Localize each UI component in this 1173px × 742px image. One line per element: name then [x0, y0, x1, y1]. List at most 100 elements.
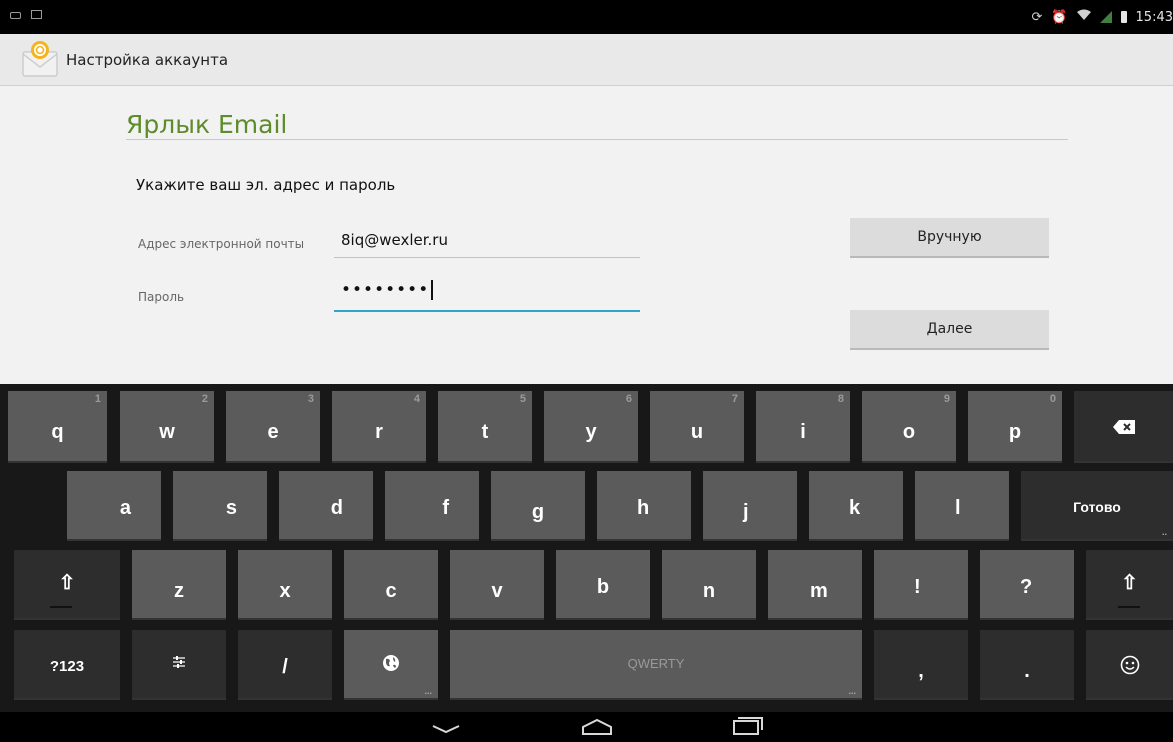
key-s[interactable]: s — [173, 471, 267, 541]
password-value: •••••••• — [341, 280, 430, 300]
key-label: . — [1024, 660, 1030, 682]
key-exclamation[interactable]: ! — [874, 550, 968, 620]
key-label: m — [810, 580, 828, 602]
password-label: Пароль — [138, 290, 185, 304]
key-period[interactable]: . — [980, 630, 1074, 700]
password-field[interactable]: •••••••• — [334, 280, 640, 312]
key-c[interactable]: c — [344, 550, 438, 620]
key-label: p — [1008, 421, 1022, 443]
key-label: s — [225, 497, 237, 519]
email-label: Адрес электронной почты — [138, 237, 305, 251]
key-shift-right[interactable]: ⇧ — [1086, 550, 1173, 620]
key-label: Готово — [1073, 499, 1121, 515]
key-o[interactable]: 9o — [862, 391, 956, 463]
key-language[interactable]: ... — [344, 630, 438, 700]
key-label: l — [955, 497, 961, 519]
key-a[interactable]: a — [67, 471, 161, 541]
key-label: o — [902, 421, 916, 443]
key-hint: 4 — [413, 393, 420, 405]
status-bar: ⟳ ⏰ 15:43 — [0, 0, 1173, 34]
key-label: n — [702, 580, 716, 602]
key-space[interactable]: QWERTY... — [450, 630, 862, 700]
key-emoji[interactable] — [1086, 630, 1173, 700]
key-q[interactable]: 1q — [8, 391, 107, 463]
key-u[interactable]: 7u — [650, 391, 744, 463]
key-label: x — [279, 580, 291, 602]
shift-icon: ⇧ — [58, 572, 76, 594]
key-d[interactable]: d — [279, 471, 373, 541]
email-value: 8iq@wexler.ru — [341, 231, 448, 249]
key-slash[interactable]: / — [238, 630, 332, 700]
key-done[interactable]: Готово.. — [1021, 471, 1173, 541]
key-z[interactable]: z — [132, 550, 226, 620]
settings-sliders-icon — [173, 656, 185, 668]
rotation-lock-icon: ⟳ — [1031, 9, 1043, 25]
key-h[interactable]: h — [597, 471, 691, 541]
key-label: a — [119, 497, 131, 519]
back-hide-keyboard-icon[interactable] — [416, 712, 476, 742]
instructions-text: Укажите ваш эл. адрес и пароль — [136, 176, 396, 194]
key-x[interactable]: x — [238, 550, 332, 620]
recent-apps-icon[interactable] — [717, 712, 777, 742]
key-label: ! — [914, 576, 921, 598]
screenshot-notification-icon — [31, 10, 42, 19]
key-k[interactable]: k — [809, 471, 903, 541]
manual-setup-button[interactable]: Вручную — [850, 218, 1049, 258]
key-v[interactable]: v — [450, 550, 544, 620]
action-bar-title: Настройка аккаунта — [66, 51, 229, 69]
key-backspace[interactable] — [1074, 391, 1173, 463]
key-label: h — [637, 497, 650, 519]
key-label: ? — [1020, 576, 1033, 598]
email-field[interactable]: 8iq@wexler.ru — [334, 228, 640, 258]
battery-icon — [1120, 11, 1127, 23]
key-hint: 3 — [307, 393, 314, 405]
key-n[interactable]: n — [662, 550, 756, 620]
key-label: k — [849, 497, 861, 519]
key-label: g — [531, 501, 545, 523]
next-button[interactable]: Далее — [850, 310, 1049, 350]
key-i[interactable]: 8i — [756, 391, 850, 463]
key-hint: 5 — [519, 393, 526, 405]
key-y[interactable]: 6y — [544, 391, 638, 463]
key-r[interactable]: 4r — [332, 391, 426, 463]
key-label: q — [51, 421, 64, 443]
key-ellipsis: ... — [424, 686, 432, 696]
key-p[interactable]: 0p — [968, 391, 1062, 463]
key-b[interactable]: b — [556, 550, 650, 620]
globe-icon — [383, 655, 399, 671]
key-hint: 6 — [625, 393, 632, 405]
key-t[interactable]: 5t — [438, 391, 532, 463]
email-app-icon[interactable] — [22, 40, 58, 78]
key-label: , — [918, 660, 924, 682]
key-symbols[interactable]: ?123 — [14, 630, 120, 700]
key-w[interactable]: 2w — [120, 391, 214, 463]
key-m[interactable]: m — [768, 550, 862, 620]
key-hint: 0 — [1049, 393, 1056, 405]
key-ellipsis: .. — [1161, 527, 1167, 537]
home-icon[interactable] — [567, 712, 627, 742]
key-j[interactable]: j — [703, 471, 797, 541]
key-label: i — [800, 421, 806, 443]
key-ellipsis: ... — [848, 686, 856, 696]
status-time: 15:43 — [1135, 9, 1173, 25]
key-l[interactable]: l — [915, 471, 1009, 541]
smiley-icon — [1120, 655, 1140, 675]
key-hint: 8 — [837, 393, 844, 405]
key-label: j — [743, 501, 749, 523]
key-e[interactable]: 3e — [226, 391, 320, 463]
key-label: e — [267, 421, 279, 443]
key-label: d — [330, 497, 343, 519]
password-value-wrap: •••••••• — [341, 280, 434, 300]
title-divider — [126, 139, 1068, 140]
key-hint: 1 — [94, 393, 101, 405]
backspace-icon — [1113, 420, 1135, 434]
key-settings[interactable] — [132, 630, 226, 700]
key-g[interactable]: g — [491, 471, 585, 541]
key-question[interactable]: ? — [980, 550, 1074, 620]
shift-indicator — [1118, 606, 1140, 608]
key-label: / — [282, 656, 288, 678]
key-comma[interactable]: , — [874, 630, 968, 700]
key-label: t — [481, 421, 489, 443]
key-f[interactable]: f — [385, 471, 479, 541]
key-shift-left[interactable]: ⇧ — [14, 550, 120, 620]
